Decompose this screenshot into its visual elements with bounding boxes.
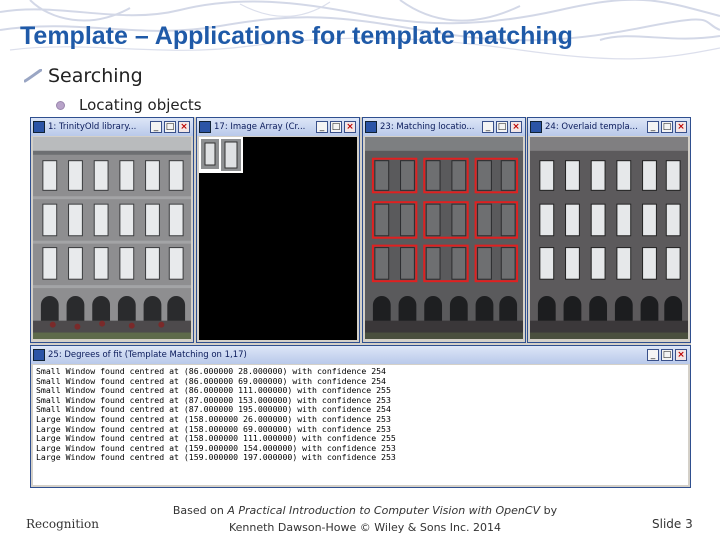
matching-locations-image <box>365 137 523 340</box>
output-line: Large Window found centred at (159.00000… <box>36 452 396 463</box>
maximize-button[interactable]: □ <box>330 121 342 133</box>
output-text-area[interactable]: Small Window found centred at (86.000000… <box>33 365 688 485</box>
window-app-icon <box>33 121 45 133</box>
minimize-button[interactable]: _ <box>150 121 162 133</box>
window-title: 24: Overlaid templa... <box>545 122 638 132</box>
minimize-button[interactable]: _ <box>316 121 328 133</box>
window-titlebar[interactable]: 17: Image Array (Cr... _ □ × <box>197 118 359 136</box>
close-button[interactable]: × <box>344 121 356 133</box>
citation-prefix: Based on <box>172 504 224 517</box>
window-titlebar[interactable]: 25: Degrees of fit (Template Matching on… <box>31 346 690 364</box>
building-image <box>33 137 191 340</box>
maximize-button[interactable]: □ <box>164 121 176 133</box>
citation-book-title: A Practical Introduction to Computer Vis… <box>227 504 541 517</box>
window-title: 25: Degrees of fit (Template Matching on… <box>48 350 247 360</box>
window-titlebar[interactable]: 1: TrinityOld library... _ □ × <box>31 118 193 136</box>
bullet-level2-text: Locating objects <box>79 96 202 114</box>
window-app-icon <box>365 121 377 133</box>
window-title: 17: Image Array (Cr... <box>214 122 306 132</box>
overlaid-building-image <box>530 137 688 340</box>
template-array-image <box>199 137 357 340</box>
template-thumbnails <box>199 137 243 173</box>
screenshot-area: 1: TrinityOld library... _ □ × 17: Image… <box>30 117 691 488</box>
window-titlebar[interactable]: 23: Matching locatio... _ □ × <box>363 118 525 136</box>
window-overlaid-templates[interactable]: 24: Overlaid templa... _ □ × <box>527 117 691 343</box>
close-button[interactable]: × <box>510 121 522 133</box>
maximize-button[interactable]: □ <box>661 121 673 133</box>
original-image <box>33 137 191 340</box>
minimize-button[interactable]: _ <box>647 121 659 133</box>
window-title: 1: TrinityOld library... <box>48 122 137 132</box>
dot-bullet-icon <box>56 100 65 110</box>
overlaid-templates-image <box>530 137 688 340</box>
window-degrees-of-fit[interactable]: 25: Degrees of fit (Template Matching on… <box>30 345 691 488</box>
window-app-icon <box>530 121 542 133</box>
bullet-level1-text: Searching <box>48 65 143 87</box>
bullet-level1: Searching <box>24 64 143 88</box>
slide-title: Template – Applications for template mat… <box>20 22 573 50</box>
maximize-button[interactable]: □ <box>496 121 508 133</box>
window-app-icon <box>199 121 211 133</box>
close-button[interactable]: × <box>675 121 687 133</box>
slide-number: Slide 3 <box>652 517 693 531</box>
window-app-icon <box>33 349 45 361</box>
footer-course-name: Recognition <box>26 517 99 531</box>
brush-bullet-icon <box>24 69 42 83</box>
window-title: 23: Matching locatio... <box>380 122 475 132</box>
close-button[interactable]: × <box>675 349 687 361</box>
close-button[interactable]: × <box>178 121 190 133</box>
footer-citation: Based on A Practical Introduction to Com… <box>150 502 580 536</box>
window-titlebar[interactable]: 24: Overlaid templa... _ □ × <box>528 118 690 136</box>
minimize-button[interactable]: _ <box>647 349 659 361</box>
matched-building-image <box>365 137 523 340</box>
minimize-button[interactable]: _ <box>482 121 494 133</box>
window-matching-locations[interactable]: 23: Matching locatio... _ □ × <box>362 117 526 343</box>
maximize-button[interactable]: □ <box>661 349 673 361</box>
window-original-image[interactable]: 1: TrinityOld library... _ □ × <box>30 117 194 343</box>
bullet-level2: Locating objects <box>56 94 202 116</box>
window-template-array[interactable]: 17: Image Array (Cr... _ □ × <box>196 117 360 343</box>
